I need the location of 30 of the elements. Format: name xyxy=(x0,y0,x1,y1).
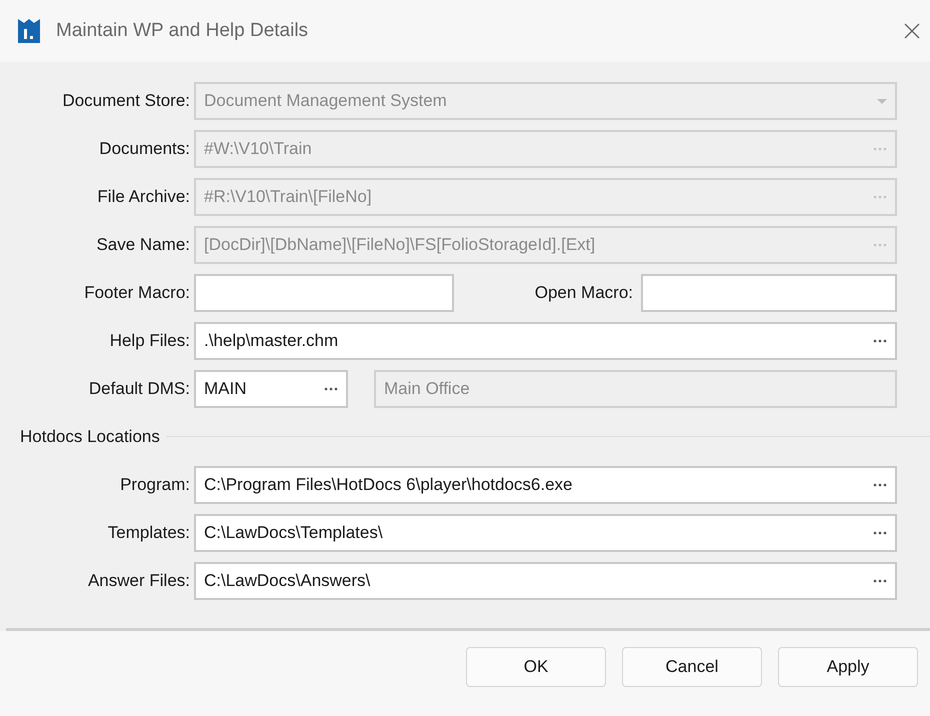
browse-icon[interactable] xyxy=(873,339,887,343)
app-logo-icon xyxy=(18,19,40,43)
field-label: Templates: xyxy=(106,522,190,544)
browse-icon[interactable] xyxy=(324,387,338,391)
field-label: Help Files: xyxy=(108,330,190,352)
group-title: Hotdocs Locations xyxy=(20,426,161,448)
text-field[interactable]: MAIN xyxy=(194,370,348,408)
browse-icon[interactable] xyxy=(873,578,887,582)
field-label: Default DMS: xyxy=(88,378,190,400)
window-title: Maintain WP and Help Details xyxy=(56,18,310,43)
text-field[interactable]: C:\LawDocs\Answers\ xyxy=(194,562,897,600)
close-icon[interactable] xyxy=(904,23,920,39)
text-field[interactable]: .\help\master.chm xyxy=(194,322,897,360)
browse-icon[interactable] xyxy=(873,482,887,486)
field-label: Answer Files: xyxy=(86,570,190,592)
dialog-button[interactable]: Apply xyxy=(778,646,918,686)
field-label: Documents: xyxy=(98,138,190,160)
browse-icon[interactable] xyxy=(873,530,887,534)
dialog-button[interactable]: Cancel xyxy=(622,646,762,686)
dialog-button[interactable]: OK xyxy=(466,646,606,686)
text-field[interactable] xyxy=(641,274,897,312)
field-label: Open Macro: xyxy=(534,282,634,304)
field-label: Document Store: xyxy=(61,90,190,112)
field-label: Save Name: xyxy=(95,234,190,256)
text-field[interactable] xyxy=(194,274,454,312)
field-label: Program: xyxy=(119,474,190,496)
text-field[interactable]: C:\Program Files\HotDocs 6\player\hotdocs6.exe xyxy=(194,466,897,504)
field-label: File Archive: xyxy=(96,186,190,208)
text-field[interactable]: C:\LawDocs\Templates\ xyxy=(194,514,897,552)
field-label: Footer Macro: xyxy=(83,282,190,304)
